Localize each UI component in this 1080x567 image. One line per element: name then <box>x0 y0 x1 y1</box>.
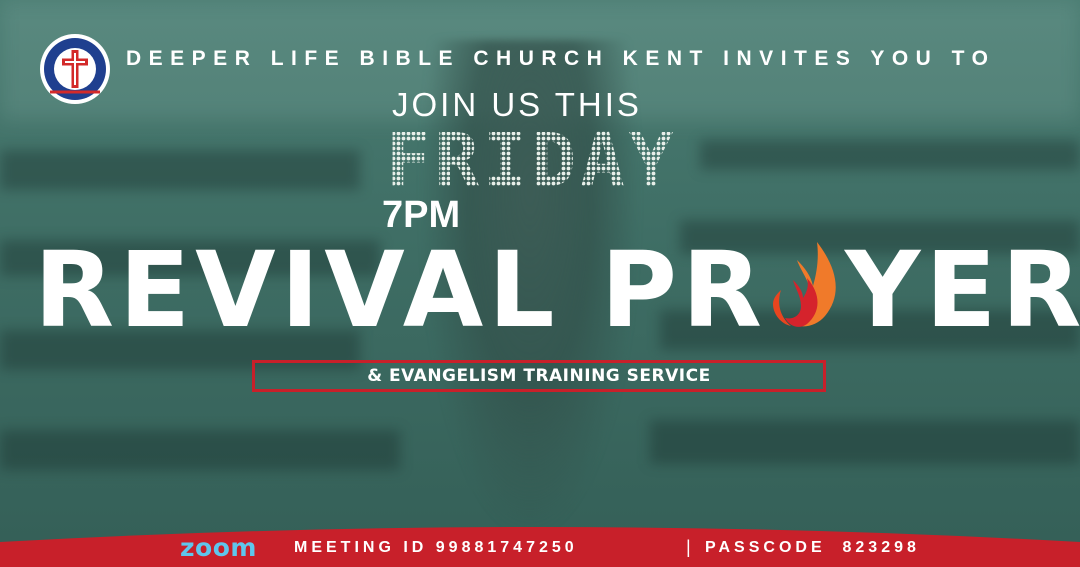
bg-pew <box>650 420 1080 464</box>
meeting-id: MEETING ID 99881747250 <box>294 539 578 556</box>
passcode: PASSCODE 823298 <box>705 539 920 556</box>
subtitle-box: & EVANGELISM TRAINING SERVICE <box>252 360 826 392</box>
title-part-1: REVIVAL PR <box>34 229 768 351</box>
bg-pew <box>0 430 400 470</box>
event-title: REVIVAL PR YER <box>34 230 1080 350</box>
zoom-logo: ZOOM <box>180 533 257 562</box>
footer-divider: | <box>686 537 691 557</box>
day-label: FRIDAY <box>386 126 677 192</box>
subtitle-text: & EVANGELISM TRAINING SERVICE <box>367 366 711 386</box>
invitation-line: DEEPER LIFE BIBLE CHURCH KENT INVITES YO… <box>126 47 996 70</box>
bg-pew <box>700 140 1080 170</box>
bg-pew <box>0 150 360 190</box>
title-part-2: YER <box>845 229 1080 351</box>
church-logo-icon <box>40 34 110 104</box>
day-text: FRIDAY <box>386 126 677 192</box>
flyer: DEEPER LIFE BIBLE CHURCH KENT INVITES YO… <box>0 0 1080 567</box>
flame-icon <box>767 238 845 358</box>
join-us-text: JOIN US THIS <box>392 86 642 123</box>
